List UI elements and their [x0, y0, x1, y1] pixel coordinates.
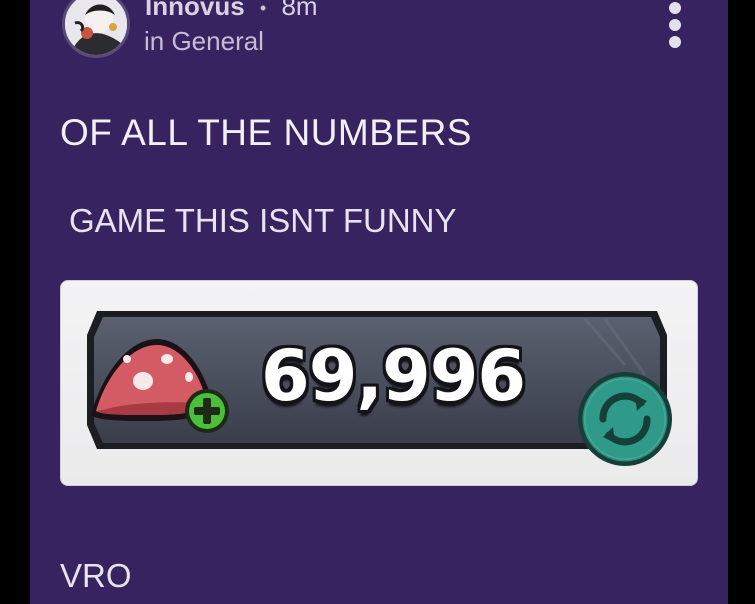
currency-amount: 69,996: [261, 335, 526, 417]
avatar[interactable]: [62, 0, 130, 58]
more-vertical-icon: [669, 2, 681, 14]
more-vertical-icon-dot: [669, 19, 681, 31]
author-name[interactable]: Innovus: [145, 0, 245, 21]
more-vertical-icon-dot: [669, 36, 681, 48]
separator-dot: •: [259, 0, 267, 18]
more-options-button[interactable]: [662, 2, 688, 52]
comment-text: VRO: [60, 557, 132, 594]
post-time: 8m: [281, 0, 318, 21]
embedded-image[interactable]: 69,996: [60, 280, 698, 486]
refresh-icon[interactable]: [575, 369, 675, 469]
post-category[interactable]: in General: [144, 26, 264, 57]
currency-panel: 69,996: [85, 305, 672, 466]
author-line: Innovus • 8m: [145, 0, 318, 22]
post-title: OF ALL THE NUMBERS: [60, 112, 472, 153]
post-card: Innovus • 8m in General OF ALL THE NUMBE…: [30, 0, 728, 604]
plus-icon[interactable]: [183, 387, 231, 435]
post-body: GAME THIS ISNT FUNNY: [69, 202, 457, 239]
